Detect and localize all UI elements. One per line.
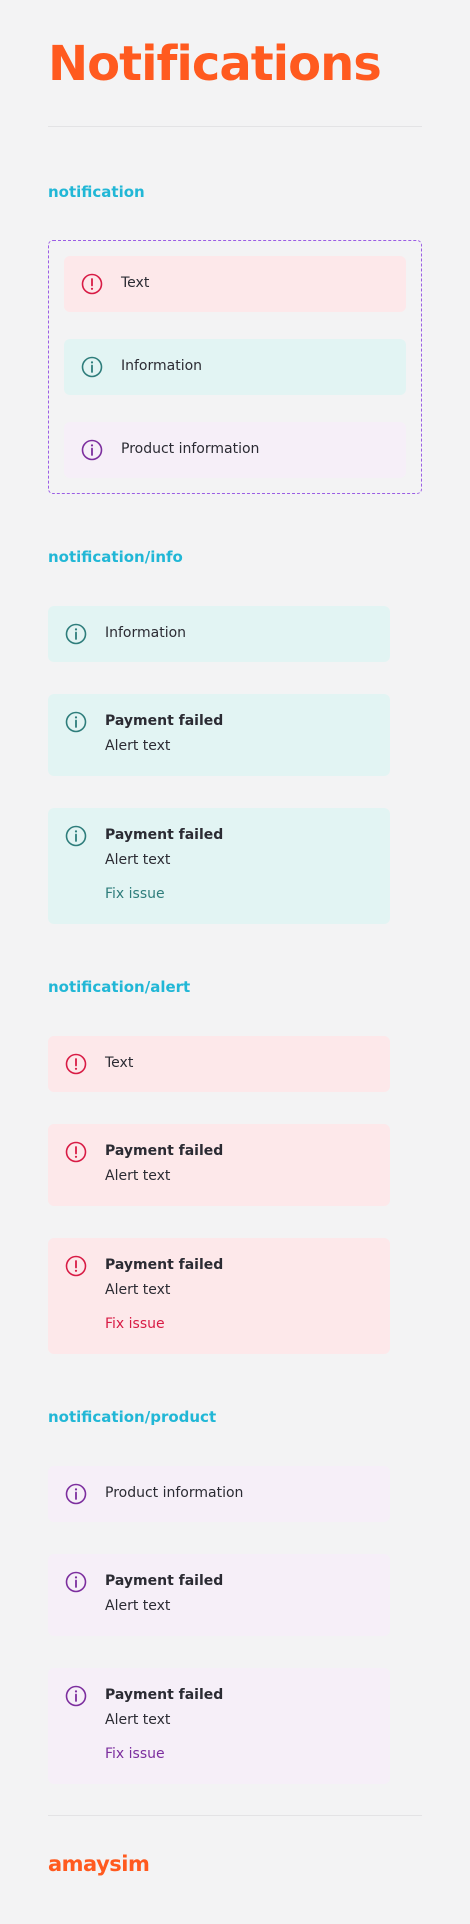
notification-body: Alert text (105, 1282, 171, 1298)
notification-product-simple: Product information (64, 422, 406, 478)
notification-heading: Payment failed (105, 713, 224, 729)
info-circle-icon (65, 1685, 87, 1707)
notification-info-simple: Information (64, 339, 406, 395)
notification-text: Text (121, 275, 150, 291)
section-title-product: notification/product (48, 1408, 217, 1426)
section-title-notification: notification (48, 183, 145, 201)
amaysim-logo: amaysim (48, 1852, 150, 1876)
notification-alert-simple: Text (48, 1036, 390, 1092)
info-circle-icon (65, 711, 87, 733)
notification-text: Product information (121, 441, 260, 457)
section-title-alert: notification/alert (48, 978, 191, 996)
header-divider (48, 126, 422, 127)
notification-body: Alert text (105, 1712, 171, 1728)
notification-info-simple: Information (48, 606, 390, 662)
page-title: Notifications (48, 36, 382, 92)
info-circle-icon (65, 1571, 87, 1593)
notification-alert-simple: Text (64, 256, 406, 312)
notification-product-heading: Payment failed Alert text (48, 1554, 390, 1636)
notification-text: Text (105, 1055, 134, 1071)
notification-heading: Payment failed (105, 1143, 224, 1159)
exclamation-circle-icon (65, 1141, 87, 1163)
fix-issue-link[interactable]: Fix issue (105, 1316, 165, 1332)
exclamation-circle-icon (81, 273, 103, 295)
notification-text: Product information (105, 1485, 244, 1501)
info-circle-icon (81, 356, 103, 378)
notification-text: Information (121, 358, 203, 374)
notification-product-simple: Product information (48, 1466, 390, 1522)
info-circle-icon (65, 623, 87, 645)
fix-issue-link[interactable]: Fix issue (105, 1746, 165, 1762)
notification-heading: Payment failed (105, 1687, 224, 1703)
section-title-info: notification/info (48, 548, 183, 566)
notification-info-heading: Payment failed Alert text (48, 694, 390, 776)
notification-text: Information (105, 625, 187, 641)
notification-info-action: Payment failed Alert text Fix issue (48, 808, 390, 924)
fix-issue-link[interactable]: Fix issue (105, 886, 165, 902)
notification-heading: Payment failed (105, 1573, 224, 1589)
info-circle-icon (65, 1483, 87, 1505)
notification-heading: Payment failed (105, 1257, 224, 1273)
notification-heading: Payment failed (105, 827, 224, 843)
notification-body: Alert text (105, 1598, 171, 1614)
exclamation-circle-icon (65, 1053, 87, 1075)
notification-body: Alert text (105, 738, 171, 754)
info-circle-icon (65, 825, 87, 847)
notification-alert-action: Payment failed Alert text Fix issue (48, 1238, 390, 1354)
info-circle-icon (81, 439, 103, 461)
notification-body: Alert text (105, 1168, 171, 1184)
notification-product-action: Payment failed Alert text Fix issue (48, 1668, 390, 1784)
exclamation-circle-icon (65, 1255, 87, 1277)
notification-alert-heading: Payment failed Alert text (48, 1124, 390, 1206)
notification-body: Alert text (105, 852, 171, 868)
footer-divider (48, 1815, 422, 1816)
